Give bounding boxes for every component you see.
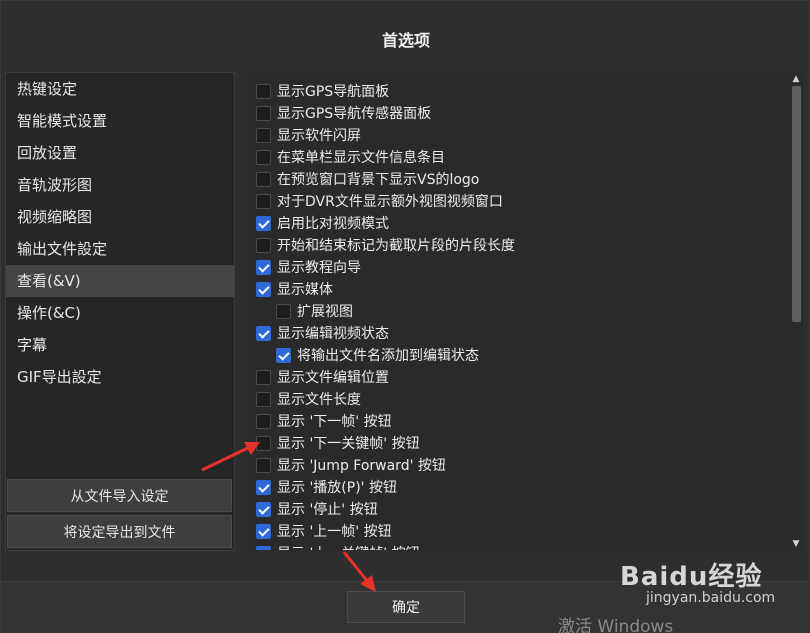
- option-label: 显示 '下一帧' 按钮: [277, 414, 392, 430]
- checkbox-unchecked-icon[interactable]: [256, 127, 271, 143]
- option-label: 扩展视图: [297, 304, 353, 320]
- option-label: 显示教程向导: [277, 260, 361, 276]
- option-row[interactable]: 显示 'Jump Forward' 按钮: [256, 454, 786, 476]
- preferences-dialog: 首选项 热键设定 智能模式设置 回放设置 音轨波形图 视频缩略图 输出文件設定 查看(&V)…: [0, 0, 810, 633]
- option-row[interactable]: 显示 '上一关键帧' 按钮: [256, 542, 786, 550]
- option-label: 显示文件长度: [277, 392, 361, 408]
- baidu-watermark: Baidu经验 jingyan.baidu.com: [620, 556, 775, 606]
- scroll-thumb[interactable]: [792, 86, 801, 322]
- option-row[interactable]: 对于DVR文件显示额外视图视频窗口: [256, 190, 786, 212]
- option-label: 显示文件编辑位置: [277, 370, 389, 386]
- option-row[interactable]: 启用比对视频模式: [256, 212, 786, 234]
- option-label: 显示 '停止' 按钮: [277, 502, 378, 518]
- sidebar-item[interactable]: 操作(&C): [6, 297, 234, 329]
- sidebar-item[interactable]: 字幕: [6, 329, 234, 361]
- option-row[interactable]: 显示 '停止' 按钮: [256, 498, 786, 520]
- option-label: 将输出文件名添加到编辑状态: [297, 348, 479, 364]
- checkbox-unchecked-icon[interactable]: [276, 303, 291, 319]
- option-row[interactable]: 显示媒体: [256, 278, 786, 300]
- sidebar-item[interactable]: 回放设置: [6, 137, 234, 169]
- checkbox-checked-icon[interactable]: [256, 545, 271, 550]
- export-settings-button[interactable]: 将设定导出到文件: [7, 515, 232, 548]
- scroll-up-icon[interactable]: ▲: [789, 72, 803, 86]
- checkbox-checked-icon[interactable]: [276, 347, 291, 363]
- sidebar-item[interactable]: 音轨波形图: [6, 169, 234, 201]
- option-row[interactable]: 显示GPS导航面板: [256, 80, 786, 102]
- option-row[interactable]: 显示 '上一帧' 按钮: [256, 520, 786, 542]
- checkbox-unchecked-icon[interactable]: [256, 171, 271, 187]
- option-label: 显示软件闪屏: [277, 128, 361, 144]
- baidu-logo-icon: Baidu经验: [620, 562, 763, 592]
- option-row[interactable]: 显示 '下一关键帧' 按钮: [256, 432, 786, 454]
- activate-windows-text: 激活 Windows: [558, 617, 674, 633]
- option-label: 显示 'Jump Forward' 按钮: [277, 458, 446, 474]
- option-label: 对于DVR文件显示额外视图视频窗口: [277, 194, 503, 210]
- option-row[interactable]: 显示 '播放(P)' 按钮: [256, 476, 786, 498]
- checkbox-unchecked-icon[interactable]: [256, 391, 271, 407]
- checkbox-unchecked-icon[interactable]: [256, 105, 271, 121]
- option-row[interactable]: 显示文件编辑位置: [256, 366, 786, 388]
- checkbox-unchecked-icon[interactable]: [256, 413, 271, 429]
- option-label: 显示GPS导航面板: [277, 84, 390, 100]
- checkbox-checked-icon[interactable]: [256, 479, 271, 495]
- sidebar-item[interactable]: 热键设定: [6, 73, 234, 105]
- checkbox-unchecked-icon[interactable]: [256, 369, 271, 385]
- option-label: 显示GPS导航传感器面板: [277, 106, 432, 122]
- sidebar-item[interactable]: 输出文件設定: [6, 233, 234, 265]
- checkbox-unchecked-icon[interactable]: [256, 435, 271, 451]
- option-label: 在菜单栏显示文件信息条目: [277, 150, 445, 166]
- checkbox-unchecked-icon[interactable]: [256, 193, 271, 209]
- checkbox-unchecked-icon[interactable]: [256, 237, 271, 253]
- sidebar-item[interactable]: 查看(&V): [6, 265, 234, 297]
- option-row[interactable]: 显示编辑视频状态: [256, 322, 786, 344]
- option-row[interactable]: 显示文件长度: [256, 388, 786, 410]
- watermark-url: jingyan.baidu.com: [646, 590, 776, 606]
- option-row[interactable]: 显示 '下一帧' 按钮: [256, 410, 786, 432]
- sidebar-item[interactable]: GIF导出設定: [6, 361, 234, 393]
- option-row[interactable]: 显示教程向导: [256, 256, 786, 278]
- options-list: 显示GPS导航面板显示GPS导航传感器面板 显示软件闪屏在菜单栏显示文件信息条目在…: [256, 80, 786, 550]
- option-label: 在预览窗口背景下显示VS的logo: [277, 172, 480, 188]
- options-panel: 显示GPS导航面板显示GPS导航传感器面板 显示软件闪屏在菜单栏显示文件信息条目在…: [248, 72, 803, 551]
- option-row[interactable]: 将输出文件名添加到编辑状态: [256, 344, 786, 366]
- import-settings-button[interactable]: 从文件导入设定: [7, 479, 232, 512]
- scroll-down-icon[interactable]: ▼: [789, 537, 803, 551]
- option-row[interactable]: 在菜单栏显示文件信息条目: [256, 146, 786, 168]
- option-label: 显示媒体: [277, 282, 333, 298]
- checkbox-checked-icon[interactable]: [256, 325, 271, 341]
- checkbox-checked-icon[interactable]: [256, 281, 271, 297]
- option-row[interactable]: 在预览窗口背景下显示VS的logo: [256, 168, 786, 190]
- option-label: 显示 '上一关键帧' 按钮: [277, 543, 420, 550]
- checkbox-checked-icon[interactable]: [256, 523, 271, 539]
- ok-button[interactable]: 确定: [347, 591, 465, 623]
- option-label: 显示编辑视频状态: [277, 326, 389, 342]
- option-label: 显示 '上一帧' 按钮: [277, 524, 392, 540]
- sidebar: 热键设定 智能模式设置 回放设置 音轨波形图 视频缩略图 输出文件設定 查看(&V) 操作(&…: [5, 72, 235, 551]
- checkbox-unchecked-icon[interactable]: [256, 457, 271, 473]
- checkbox-checked-icon[interactable]: [256, 215, 271, 231]
- checkbox-unchecked-icon[interactable]: [256, 83, 271, 99]
- option-row[interactable]: 扩展视图: [256, 300, 786, 322]
- options-scrollbar[interactable]: ▲ ▼: [789, 72, 803, 551]
- checkbox-checked-icon[interactable]: [256, 259, 271, 275]
- option-label: 启用比对视频模式: [277, 216, 389, 232]
- option-row[interactable]: 显示软件闪屏: [256, 124, 786, 146]
- option-label: 显示 '下一关键帧' 按钮: [277, 436, 420, 452]
- option-label: 显示 '播放(P)' 按钮: [277, 480, 397, 496]
- option-row[interactable]: 显示GPS导航传感器面板: [256, 102, 786, 124]
- sidebar-item[interactable]: 视频缩略图: [6, 201, 234, 233]
- option-row[interactable]: 开始和结束标记为截取片段的片段长度: [256, 234, 786, 256]
- checkbox-unchecked-icon[interactable]: [256, 149, 271, 165]
- option-label: 开始和结束标记为截取片段的片段长度: [277, 238, 515, 254]
- sidebar-item[interactable]: 智能模式设置: [6, 105, 234, 137]
- sidebar-list: 热键设定 智能模式设置 回放设置 音轨波形图 视频缩略图 输出文件設定 查看(&V) 操作(&…: [6, 73, 234, 393]
- dialog-title: 首选项: [381, 31, 430, 50]
- checkbox-checked-icon[interactable]: [256, 501, 271, 517]
